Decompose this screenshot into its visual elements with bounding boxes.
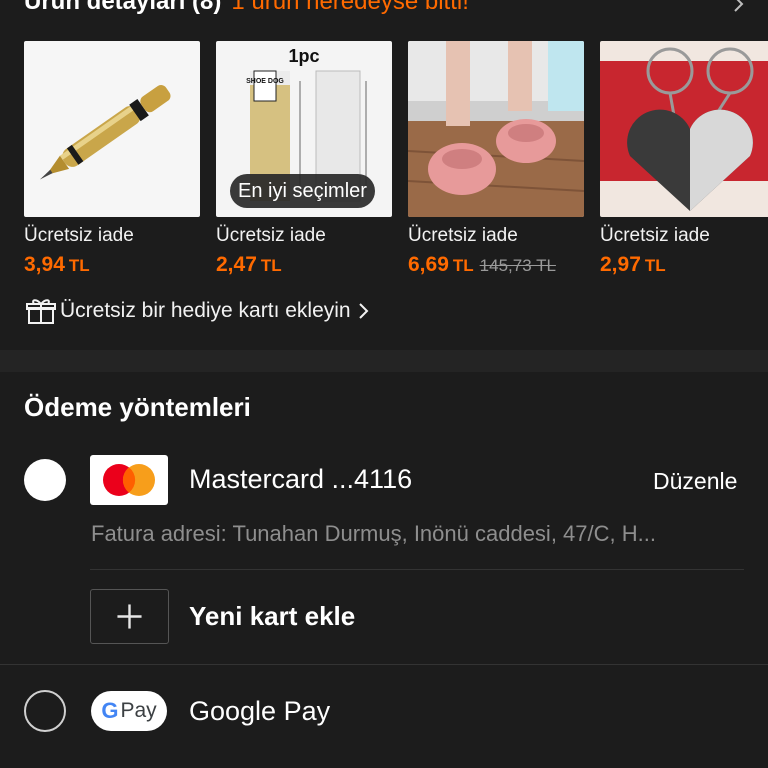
payment-methods-title: Ödeme yöntemleri: [24, 392, 251, 422]
plus-icon: [117, 604, 142, 629]
free-return-label: Ücretsiz iade: [600, 225, 710, 246]
google-pay-label[interactable]: Google Pay: [189, 696, 330, 727]
stock-warning: 1 ürün neredeyse bitti!: [231, 0, 469, 15]
product-image-pen[interactable]: [24, 41, 200, 217]
product-card[interactable]: 1pc SHOE DOG En iyi seçimler Ücretsiz ia…: [216, 41, 392, 277]
edit-card-button[interactable]: Düzenle: [653, 468, 737, 495]
box-brand-text: SHOE DOG: [246, 78, 284, 85]
gift-icon: [26, 299, 56, 324]
product-card[interactable]: Ücretsiz iade 3,94 TL: [24, 41, 200, 277]
product-price: 3,94 TL: [24, 253, 90, 276]
divider: [0, 664, 768, 665]
product-price: 2,97 TL: [600, 253, 666, 276]
gift-card-label: Ücretsiz bir hediye kartı ekleyin: [60, 299, 351, 322]
product-details-header[interactable]: Ürün detayları (8) 1 ürün neredeyse bitti…: [24, 0, 469, 16]
divider: [90, 569, 744, 570]
mastercard-label[interactable]: Mastercard ...4116: [189, 464, 412, 495]
product-image-box[interactable]: 1pc SHOE DOG En iyi seçimler: [216, 41, 392, 217]
free-return-label: Ücretsiz iade: [24, 225, 134, 246]
chevron-right-icon[interactable]: [732, 0, 746, 12]
product-details-title: Ürün detayları (8): [24, 0, 222, 15]
mastercard-radio[interactable]: [24, 459, 66, 501]
section-divider: [0, 350, 768, 372]
product-image-keychain[interactable]: [600, 41, 768, 217]
product-card[interactable]: Ücretsiz iade 6,69 TL 145,73 TL: [408, 41, 584, 277]
product-price: 2,47 TL: [216, 253, 282, 276]
add-card-label[interactable]: Yeni kart ekle: [189, 601, 355, 632]
best-choice-badge: En iyi seçimler: [230, 174, 375, 208]
chevron-right-icon: [358, 303, 369, 319]
free-return-label: Ücretsiz iade: [408, 225, 518, 246]
product-card[interactable]: Ücretsiz iade 2,97 TL: [600, 41, 768, 277]
add-gift-card-link[interactable]: Ücretsiz bir hediye kartı ekleyin: [26, 296, 371, 326]
product-image-slippers[interactable]: [408, 41, 584, 217]
product-details-section: Ürün detayları (8) 1 ürün neredeyse bitti…: [0, 0, 768, 350]
google-pay-radio[interactable]: [24, 690, 66, 732]
mastercard-logo-icon: [90, 455, 168, 505]
original-price: 145,73 TL: [479, 256, 556, 275]
product-image-caption: 1pc: [288, 46, 319, 66]
google-g-icon: G: [101, 698, 119, 723]
free-return-label: Ücretsiz iade: [216, 225, 326, 246]
product-price: 6,69 TL 145,73 TL: [408, 253, 556, 276]
billing-address: Fatura adresi: Tunahan Durmuş, Inönü cad…: [91, 521, 656, 546]
add-card-button[interactable]: [90, 589, 169, 644]
google-pay-logo-icon: G Pay: [91, 691, 167, 731]
